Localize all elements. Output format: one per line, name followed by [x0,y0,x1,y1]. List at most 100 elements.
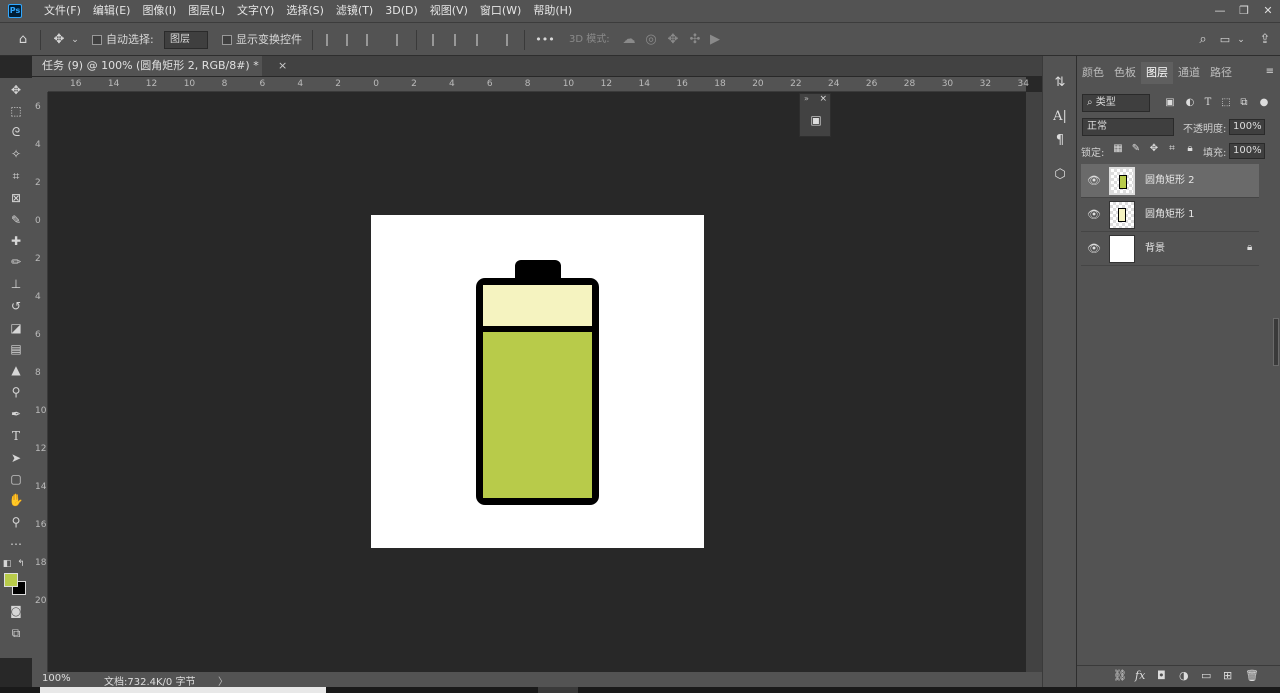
filter-shape-icon[interactable]: ⬚ [1219,96,1233,110]
menu-file[interactable]: 文件(F) [38,0,87,22]
menu-filter[interactable]: 滤镜(T) [330,0,379,22]
menu-3d[interactable]: 3D(D) [379,0,424,22]
auto-select-dropdown[interactable]: 图层 [164,31,208,49]
align-center-icon[interactable] [346,34,358,46]
menu-select[interactable]: 选择(S) [280,0,330,22]
clone-stamp-icon[interactable]: ⊥ [4,274,28,294]
filter-smart-object-icon[interactable]: ⧉ [1237,96,1251,110]
menu-view[interactable]: 视图(V) [424,0,474,22]
adjustment-icon[interactable]: ◑ [1179,669,1189,682]
gradient-tool-icon[interactable]: ▤ [4,339,28,359]
close-window-button[interactable]: ✕ [1256,0,1280,22]
character-icon[interactable]: A| [1051,108,1069,126]
collapse-icon[interactable]: » [804,94,809,103]
brush-tool-icon[interactable]: ✏ [4,252,28,272]
eraser-icon[interactable]: ◪ [4,318,28,338]
type-tool-icon[interactable]: T [4,426,28,446]
distribute-vertical-icon[interactable] [506,34,518,46]
search-icon[interactable]: ⌕ [1194,23,1212,57]
tab-paths[interactable]: 路径 [1205,62,1237,84]
align-middle-icon[interactable] [454,34,466,46]
share-icon[interactable]: ⇪ [1256,23,1274,57]
more-options-button[interactable]: ••• [532,23,558,57]
hand-tool-icon[interactable]: ✋ [4,490,28,510]
move-tool-icon[interactable]: ✥ [50,23,68,57]
layer-row[interactable]: 👁︎ 圆角矩形 1 [1081,198,1259,232]
fill-input[interactable]: 100% [1229,143,1265,159]
frame-tool-icon[interactable]: ⊠ [4,188,28,208]
quick-mask-icon[interactable]: ◙ [4,601,28,621]
link-icon[interactable]: ⛓ [1113,669,1127,682]
menu-help[interactable]: 帮助(H) [527,0,578,22]
screen-mode-icon[interactable]: ⧉ [4,623,28,643]
zoom-tool-icon[interactable]: ⚲ [4,512,28,532]
lock-all-icon[interactable]: 🔒︎ [1183,142,1197,156]
document-canvas[interactable] [371,215,704,548]
lock-position-icon[interactable]: ✥ [1147,142,1161,156]
align-top-icon[interactable] [432,34,444,46]
auto-select-checkbox[interactable]: 自动选择: [92,23,154,57]
filter-type-icon[interactable]: T [1201,96,1215,110]
layer-row[interactable]: 👁︎ 圆角矩形 2 [1081,164,1259,198]
opacity-input[interactable]: 100% [1229,119,1265,135]
properties-icon[interactable]: ▣ [808,112,824,128]
menu-layer[interactable]: 图层(L) [182,0,231,22]
zoom-level[interactable]: 100% [42,673,71,684]
paragraph-icon[interactable]: ¶ [1051,132,1069,150]
vertical-scrollbar[interactable] [1026,92,1042,672]
minimize-button[interactable]: — [1208,0,1232,22]
visibility-eye-icon[interactable]: 👁︎ [1087,242,1101,256]
lock-artboard-icon[interactable]: ⌗ [1165,142,1179,156]
move-tool-icon[interactable]: ✥ [4,80,28,100]
foreground-color-swatch[interactable] [4,573,18,587]
close-icon[interactable]: × [819,94,827,104]
layer-row[interactable]: 👁︎ 背景 🔒︎ [1081,232,1259,266]
blend-mode-dropdown[interactable]: 正常 [1082,118,1174,136]
filter-toggle-icon[interactable]: ● [1257,96,1271,110]
3d-cube-icon[interactable]: ⬡ [1051,166,1069,184]
lasso-tool-icon[interactable]: ᘓ [4,122,28,142]
healing-brush-icon[interactable]: ✚ [4,231,28,251]
3d-pan-icon[interactable]: ✥ [664,23,682,57]
show-transform-checkbox[interactable]: 显示变换控件 [222,23,302,57]
align-bottom-icon[interactable] [476,34,488,46]
new-layer-icon[interactable]: ⊞ [1223,669,1232,682]
visibility-eye-icon[interactable]: 👁︎ [1087,208,1101,222]
distribute-icon[interactable] [396,34,408,46]
crop-tool-icon[interactable]: ⌗ [4,166,28,186]
tab-channels[interactable]: 通道 [1173,62,1205,84]
tab-layers[interactable]: 图层 [1141,62,1173,84]
lock-transparent-icon[interactable]: ▦ [1111,142,1125,156]
history-brush-icon[interactable]: ↺ [4,296,28,316]
document-tab[interactable]: 任务 (9) @ 100% (圆角矩形 2, RGB/8#) * [32,56,262,76]
path-selection-icon[interactable]: ➤ [4,448,28,468]
close-icon[interactable]: × [278,56,287,76]
shape-tool-icon[interactable]: ▢ [4,469,28,489]
menu-window[interactable]: 窗口(W) [474,0,527,22]
pen-tool-icon[interactable]: ✒ [4,404,28,424]
workspace-icon[interactable]: ▭ [1216,23,1234,57]
3d-roll-icon[interactable]: ◎ [642,23,660,57]
more-tools-icon[interactable]: ⋯ [4,534,28,554]
checkbox-icon[interactable] [222,35,232,45]
swap-colors-icon[interactable]: ↰ [14,554,28,574]
align-right-icon[interactable] [366,34,378,46]
align-left-icon[interactable] [326,34,338,46]
tab-swatches[interactable]: 色板 [1109,62,1141,84]
3d-camera-icon[interactable]: ▶ [706,23,724,57]
default-colors-icon[interactable]: ◧ [0,554,14,574]
status-menu-arrow[interactable]: 〉 [218,673,228,688]
blur-tool-icon[interactable]: ▲ [4,360,28,380]
lock-image-icon[interactable]: ✎ [1129,142,1143,156]
3d-slide-icon[interactable]: ✣ [686,23,704,57]
dodge-tool-icon[interactable]: ⚲ [4,382,28,402]
menu-type[interactable]: 文字(Y) [231,0,280,22]
history-icon[interactable]: ⇅ [1051,74,1069,92]
vertical-ruler[interactable]: 6 4 2 0 2 4 6 8 10 12 14 16 18 20 [32,92,48,672]
chevron-down-icon[interactable]: ⌄ [70,23,80,57]
mask-icon[interactable]: ◘ [1157,669,1166,682]
restore-button[interactable]: ❐ [1232,0,1256,22]
magic-wand-icon[interactable]: ✧ [4,144,28,164]
menu-edit[interactable]: 编辑(E) [87,0,137,22]
fx-icon[interactable]: fx [1135,669,1145,682]
